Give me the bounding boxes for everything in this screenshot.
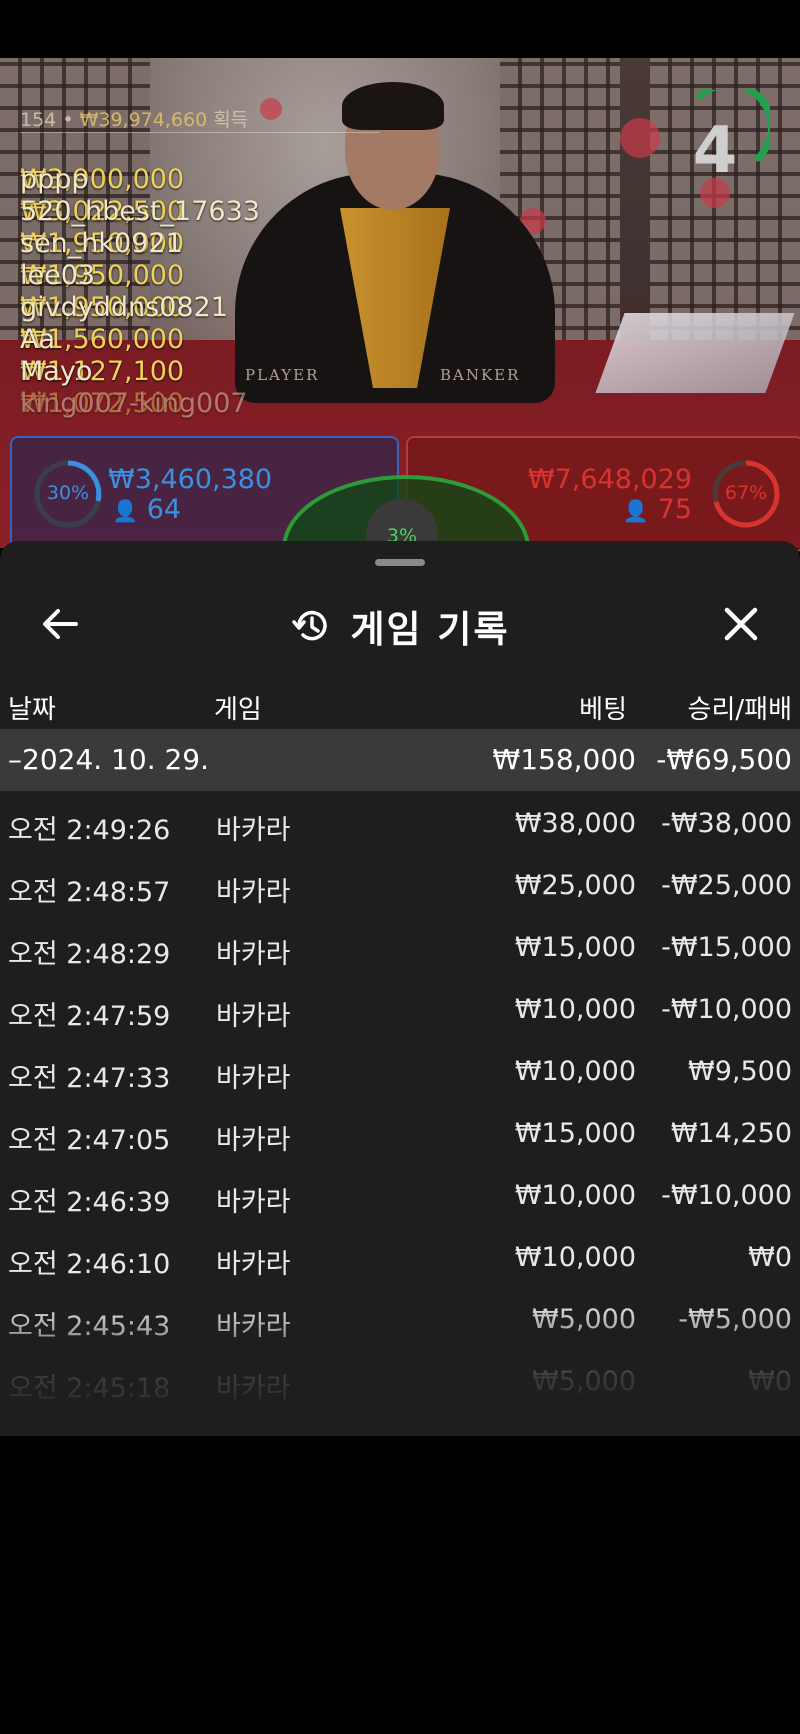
banker-total-bet: ₩7,648,029: [527, 464, 692, 495]
sheet-title: 게임 기록: [350, 608, 510, 651]
table-row[interactable]: 오전 2:46:39 바카라 ₩10,000 -₩10,000: [0, 1167, 800, 1229]
person-icon: 👤: [112, 499, 139, 523]
date-group-row[interactable]: –2024. 10. 29. ₩158,000 -₩69,500: [0, 729, 800, 791]
betting-countdown: 4: [680, 81, 775, 188]
date-group-winloss-total: -₩69,500: [656, 743, 792, 776]
sheet-drag-handle[interactable]: [375, 559, 425, 566]
player-total-bet: ₩3,460,380: [108, 464, 273, 495]
table-row[interactable]: 오전 2:48:57 바카라 ₩25,000 -₩25,000: [0, 857, 800, 919]
ticker-header: 154 • ₩39,974,660 획득: [20, 105, 248, 132]
countdown-number: 4: [692, 114, 738, 188]
game-history-sheet: 게임 기록 날짜 게임 베팅 승리/패배 –2024. 10. 29. ₩158…: [0, 541, 800, 1436]
player-percent: 30%: [46, 482, 90, 504]
ticker-count: 154: [20, 109, 57, 131]
table-row[interactable]: 오전 2:45:43 바카라 ₩5,000 -₩5,000: [0, 1291, 800, 1353]
banker-bettor-count: 👤 75: [622, 494, 692, 525]
column-game: 게임: [214, 695, 262, 725]
close-button[interactable]: [716, 599, 766, 649]
ticker-suffix: 획득: [213, 109, 249, 131]
table-row[interactable]: 오전 2:48:29 바카라 ₩15,000 -₩15,000: [0, 919, 800, 981]
history-icon: [292, 610, 328, 641]
table-row[interactable]: 오전 2:45:18 바카라 ₩5,000 ₩0: [0, 1353, 800, 1415]
table-row[interactable]: 오전 2:47:05 바카라 ₩15,000 ₩14,250: [0, 1105, 800, 1167]
close-icon: [724, 607, 758, 641]
table-row[interactable]: 오전 2:46:10 바카라 ₩10,000 ₩0: [0, 1229, 800, 1291]
table-row[interactable]: 오전 2:47:59 바카라 ₩10,000 -₩10,000: [0, 981, 800, 1043]
player-percent-ring: 30%: [32, 458, 104, 530]
table-row[interactable]: 오전 2:47:33 바카라 ₩10,000 ₩9,500: [0, 1043, 800, 1105]
date-group-bet-total: ₩158,000: [492, 743, 636, 776]
column-date: 날짜: [8, 695, 56, 725]
sheet-header: 게임 기록: [0, 581, 800, 671]
ticker-total: ₩39,974,660: [79, 109, 208, 131]
ticker-row: ₩1,072,500 king007-king007: [20, 388, 248, 419]
table-header: 날짜 게임 베팅 승리/패배: [0, 681, 800, 731]
banker-percent: 67%: [724, 482, 768, 504]
person-icon: •: [62, 109, 74, 131]
column-bet: 베팅: [579, 695, 627, 725]
banker-percent-ring: 67%: [710, 458, 782, 530]
date-group-label: –2024. 10. 29.: [8, 743, 210, 776]
person-icon: 👤: [622, 499, 650, 523]
table-row[interactable]: 오전 2:49:26 바카라 ₩38,000 -₩38,000: [0, 795, 800, 857]
column-winloss: 승리/패배: [687, 695, 792, 725]
player-bettor-count: 👤 64: [112, 494, 182, 525]
